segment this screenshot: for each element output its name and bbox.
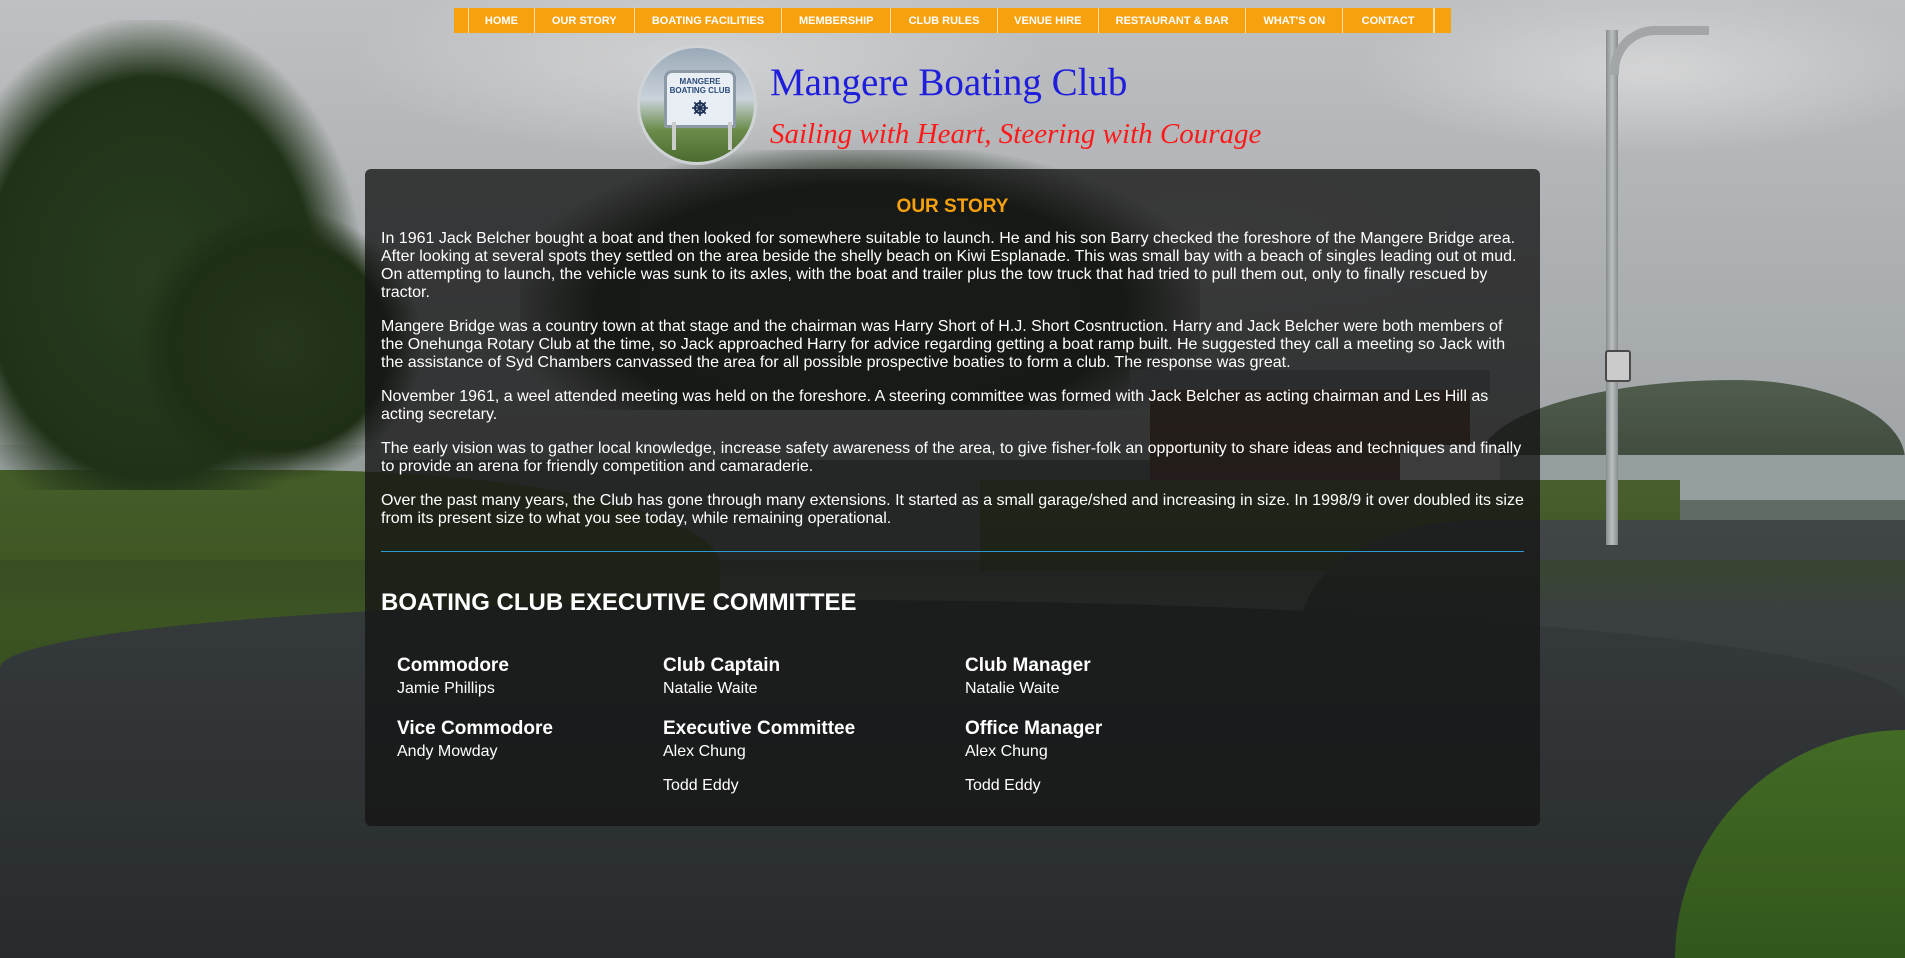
nav-boating-facilities[interactable]: BOATING FACILITIES — [635, 8, 783, 33]
role-title: Vice Commodore — [397, 718, 553, 739]
nav-membership[interactable]: MEMBERSHIP — [782, 8, 892, 33]
role-member: Alex Chung — [663, 743, 746, 760]
nav-home[interactable]: HOME — [469, 8, 535, 33]
role-member: Todd Eddy — [965, 777, 1041, 794]
ship-wheel-icon — [692, 100, 708, 116]
logo-sign: MANGERE BOATING CLUB — [664, 70, 736, 128]
nav-edge-right — [1434, 8, 1451, 33]
committee-role-club-manager: Club Manager Natalie Waite — [965, 655, 1091, 698]
story-paragraph-5: Over the past many years, the Club has g… — [381, 492, 1524, 527]
role-title: Executive Committee — [663, 718, 856, 739]
nav-our-story[interactable]: OUR STORY — [535, 8, 635, 33]
site-title: Mangere Boating Club — [770, 61, 1128, 104]
main-nav: HOME OUR STORY BOATING FACILITIES MEMBER… — [454, 8, 1451, 33]
story-paragraph-4: The early vision was to gather local kno… — [381, 440, 1522, 475]
role-title: Commodore — [397, 655, 509, 676]
section-divider — [381, 551, 1524, 552]
story-paragraph-1: In 1961 Jack Belcher bought a boat and t… — [381, 230, 1517, 301]
nav-venue-hire[interactable]: VENUE HIRE — [998, 8, 1099, 33]
logo-sign-posts — [672, 122, 732, 150]
site-tagline: Sailing with Heart, Steering with Courag… — [770, 118, 1262, 150]
committee-role-commodore: Commodore Jamie Phillips — [397, 655, 509, 698]
role-member: Alex Chung — [965, 743, 1048, 760]
story-paragraph-2: Mangere Bridge was a country town at tha… — [381, 318, 1506, 371]
role-member: Andy Mowday — [397, 743, 498, 760]
club-logo[interactable]: MANGERE BOATING CLUB — [637, 45, 757, 165]
story-heading: OUR STORY — [896, 196, 1009, 217]
committee-role-vice-commodore: Vice Commodore Andy Mowday — [397, 718, 553, 761]
role-member: Todd Eddy — [663, 777, 739, 794]
role-title: Club Captain — [663, 655, 781, 676]
role-member: Jamie Phillips — [397, 680, 495, 697]
content-panel: OUR STORY In 1961 Jack Belcher bought a … — [365, 169, 1540, 826]
committee-grid: Commodore Jamie Phillips Club Captain Na… — [381, 655, 1524, 805]
committee-role-office-manager: Office Manager Alex Chung Todd Eddy — [965, 718, 1102, 795]
committee-role-club-captain: Club Captain Natalie Waite — [663, 655, 780, 698]
role-member: Natalie Waite — [965, 680, 1060, 697]
nav-edge-left — [454, 8, 469, 33]
story-paragraph-3: November 1961, a weel attended meeting w… — [381, 388, 1489, 423]
nav-whats-on[interactable]: WHAT'S ON — [1246, 8, 1344, 33]
nav-contact[interactable]: CONTACT — [1343, 8, 1435, 33]
nav-club-rules[interactable]: CLUB RULES — [891, 8, 998, 33]
nav-restaurant-bar[interactable]: RESTAURANT & BAR — [1099, 8, 1247, 33]
role-member: Natalie Waite — [663, 680, 758, 697]
committee-role-executive-committee: Executive Committee Alex Chung Todd Eddy — [663, 718, 855, 795]
role-title: Club Manager — [965, 655, 1091, 676]
committee-heading: BOATING CLUB EXECUTIVE COMMITTEE — [381, 589, 857, 616]
logo-text: MANGERE BOATING CLUB — [669, 77, 731, 95]
role-title: Office Manager — [965, 718, 1103, 739]
